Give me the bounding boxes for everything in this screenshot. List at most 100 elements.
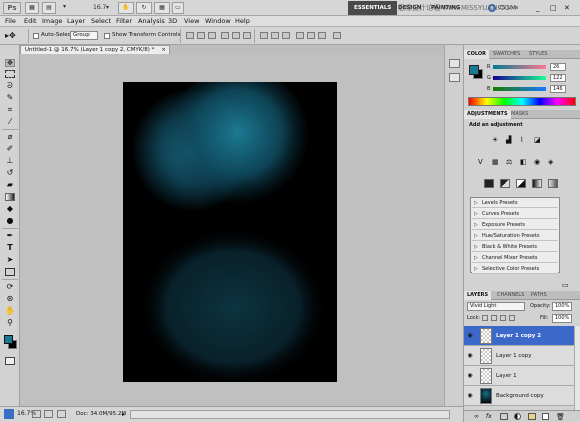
opacity-field[interactable]: 100% (552, 302, 572, 311)
view-extras-button[interactable]: ▾ (59, 2, 70, 14)
exposure-icon[interactable]: ◪ (534, 136, 541, 145)
lock-pixels-icon[interactable] (491, 315, 497, 321)
hand-tool-icon[interactable]: ✋ (5, 307, 15, 315)
align-right-icon[interactable] (243, 32, 251, 39)
link-layers-icon[interactable]: ∞ (474, 413, 479, 421)
distribute-vcenter-icon[interactable] (271, 32, 279, 39)
brightness-contrast-icon[interactable]: ☀ (492, 136, 498, 145)
hue-saturation-icon[interactable]: ▦ (492, 158, 499, 167)
launch-bridge-button[interactable]: ▦ (25, 2, 39, 14)
menu-3d[interactable]: 3D (168, 17, 177, 26)
layer-row-background-copy[interactable]: ◉ Background copy (464, 386, 576, 406)
preset-selective-color[interactable]: Selective Color Presets (472, 264, 558, 274)
tab-swatches[interactable]: SWATCHES (490, 50, 523, 59)
marquee-tool-icon[interactable] (5, 70, 15, 78)
move-tool-icon[interactable]: ✥ (5, 59, 15, 67)
quick-mask-icon[interactable] (5, 357, 15, 365)
arrange-documents-button[interactable]: ▦ (154, 2, 170, 14)
align-top-icon[interactable] (186, 32, 194, 39)
tab-layers[interactable]: LAYERS (464, 291, 492, 300)
channel-mixer-icon[interactable]: ◈ (548, 158, 553, 167)
clone-stamp-tool-icon[interactable]: ⊥ (5, 157, 15, 165)
zoom-tool-icon[interactable]: ⚲ (5, 319, 15, 327)
lock-position-icon[interactable] (500, 315, 506, 321)
lock-all-icon[interactable] (509, 315, 515, 321)
distribute-bottom-icon[interactable] (282, 32, 290, 39)
new-group-icon[interactable] (528, 413, 536, 420)
color-g-slider[interactable] (493, 76, 546, 80)
preset-levels[interactable]: Levels Presets (472, 198, 558, 208)
zoom-dropdown-icon[interactable]: ▾ (106, 3, 109, 13)
brush-tool-icon[interactable]: ✐ (5, 145, 15, 153)
3d-orbit-tool-icon[interactable]: ⊛ (5, 295, 15, 303)
blur-tool-icon[interactable]: ◆ (5, 205, 15, 213)
preset-channel-mixer[interactable]: Channel Mixer Presets (472, 253, 558, 263)
curves-icon[interactable]: ⌇ (520, 136, 523, 145)
close-button[interactable]: ✕ (564, 3, 570, 13)
tab-color[interactable]: COLOR (464, 50, 490, 59)
screen-mode-button[interactable]: ▭ (172, 2, 184, 14)
foreground-color-swatch[interactable] (4, 335, 13, 344)
visibility-eye-icon[interactable]: ◉ (466, 352, 474, 360)
distribute-top-icon[interactable] (260, 32, 268, 39)
invert-icon[interactable] (484, 179, 494, 188)
status-menu-arrow-icon[interactable]: ▸ (122, 410, 125, 419)
type-tool-icon[interactable]: T (5, 244, 15, 252)
photo-filter-icon[interactable]: ◉ (534, 158, 540, 167)
menu-image[interactable]: Image (42, 17, 62, 26)
vibrance-icon[interactable]: V (478, 158, 483, 167)
preset-black-white[interactable]: Black & White Presets (472, 242, 558, 252)
tab-styles[interactable]: STYLES (526, 50, 550, 59)
preset-curves[interactable]: Curves Presets (472, 209, 558, 219)
color-g-field[interactable]: 122 (550, 74, 566, 82)
color-b-slider[interactable] (493, 87, 546, 91)
menu-layer[interactable]: Layer (67, 17, 85, 26)
color-r-field[interactable]: 26 (550, 63, 566, 71)
maximize-button[interactable]: □ (550, 3, 557, 13)
layer-style-icon[interactable]: fx (486, 413, 492, 421)
align-left-icon[interactable] (221, 32, 229, 39)
preset-hue-saturation[interactable]: Hue/Saturation Presets (472, 231, 558, 241)
workspace-essentials[interactable]: ESSENTIALS (348, 1, 398, 15)
align-hcenter-icon[interactable] (232, 32, 240, 39)
menu-edit[interactable]: Edit (24, 17, 37, 26)
new-layer-icon[interactable] (542, 413, 549, 420)
add-mask-icon[interactable] (500, 413, 508, 420)
menu-analysis[interactable]: Analysis (138, 17, 165, 26)
shape-tool-icon[interactable] (5, 268, 15, 276)
align-vcenter-icon[interactable] (197, 32, 205, 39)
crop-tool-icon[interactable]: ⌗ (5, 106, 15, 114)
history-brush-tool-icon[interactable]: ↺ (5, 169, 15, 177)
auto-align-icon[interactable] (333, 32, 341, 39)
tab-channels[interactable]: CHANNELS (494, 291, 527, 300)
path-selection-tool-icon[interactable]: ➤ (5, 256, 15, 264)
tab-masks[interactable]: MASKS (508, 110, 531, 119)
launch-mini-bridge-button[interactable]: ▤ (42, 2, 56, 14)
horizontal-scrollbar[interactable] (130, 410, 450, 419)
visibility-eye-icon[interactable]: ◉ (466, 332, 474, 340)
move-tool-preset-icon[interactable]: ▸✥ (5, 31, 16, 40)
dodge-tool-icon[interactable]: ● (5, 217, 15, 225)
color-foreground-swatch[interactable] (469, 65, 479, 75)
threshold-icon[interactable] (516, 179, 526, 188)
auto-select-dropdown[interactable]: Group (70, 31, 98, 40)
delete-layer-icon[interactable]: 🗑 (556, 413, 565, 421)
healing-brush-tool-icon[interactable]: ⌀ (5, 133, 15, 141)
menu-file[interactable]: File (5, 17, 16, 26)
adjustment-layer-icon[interactable] (514, 413, 521, 420)
layer-row-layer-1-copy[interactable]: ◉ Layer 1 copy (464, 346, 576, 366)
layers-scrollbar[interactable] (574, 326, 580, 410)
preset-exposure[interactable]: Exposure Presets (472, 220, 558, 230)
selective-color-icon[interactable] (548, 179, 558, 188)
actions-panel-icon[interactable] (449, 73, 460, 82)
lasso-tool-icon[interactable]: ᘐ (5, 82, 15, 90)
distribute-right-icon[interactable] (318, 32, 326, 39)
distribute-hcenter-icon[interactable] (307, 32, 315, 39)
3d-rotate-tool-icon[interactable]: ⟳ (5, 283, 15, 291)
layer-row-layer-1[interactable]: ◉ Layer 1 (464, 366, 576, 386)
tab-adjustments[interactable]: ADJUSTMENTS (464, 110, 511, 119)
color-spectrum-bar[interactable] (468, 97, 576, 106)
tab-paths[interactable]: PATHS (528, 291, 550, 300)
minimize-button[interactable]: _ (536, 3, 540, 13)
color-balance-icon[interactable]: ⚖ (506, 158, 512, 167)
